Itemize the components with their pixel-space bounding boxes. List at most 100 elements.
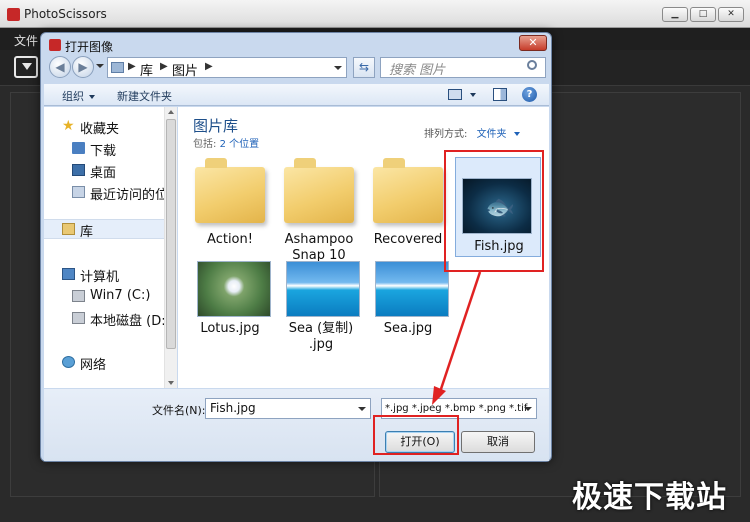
arrange-by: 排列方式: 文件夹: [424, 125, 520, 140]
file-item-image[interactable]: Sea.jpg: [365, 257, 451, 336]
address-dropdown-icon[interactable]: [334, 66, 342, 70]
scroll-up-icon[interactable]: [168, 110, 174, 114]
nav-item-label: 网络: [80, 358, 107, 373]
app-logo-icon: [7, 8, 20, 21]
dialog-title: 打开图像: [65, 40, 114, 54]
folder-icon: [111, 62, 124, 73]
includes-label: 包括:: [193, 139, 217, 150]
nav-item-label: Win7 (C:): [90, 288, 151, 303]
network-icon: [62, 356, 75, 368]
file-item-folder[interactable]: Recovered: [365, 157, 451, 257]
filter-value: *.jpg *.jpeg *.bmp *.png *.tif: [385, 403, 528, 414]
new-folder-button[interactable]: 新建文件夹: [117, 88, 172, 104]
breadcrumb-separator[interactable]: ▶: [205, 61, 213, 72]
chevron-down-icon[interactable]: [470, 93, 476, 97]
nav-item-label: 收藏夹: [80, 122, 120, 137]
help-icon[interactable]: ?: [522, 87, 537, 102]
lotus-thumbnail: [197, 261, 271, 317]
breadcrumb-pictures[interactable]: 图片: [172, 60, 198, 79]
nav-item-drive-c[interactable]: Win7 (C:): [72, 287, 162, 307]
includes-locations-link[interactable]: 2 个位置: [220, 139, 260, 150]
file-item-folder[interactable]: Ashampoo Snap 10: [276, 157, 362, 263]
chevron-down-icon: [89, 95, 95, 99]
app-title: PhotoScissors: [24, 7, 107, 21]
breadcrumb-libraries[interactable]: 库: [140, 60, 153, 79]
nav-item-libraries[interactable]: 库: [44, 219, 164, 239]
sea-thumbnail: [375, 261, 449, 317]
view-options-icon[interactable]: [448, 89, 462, 100]
preview-pane-icon[interactable]: [493, 88, 507, 101]
file-name: Recovered: [373, 232, 443, 247]
nav-item-label: 计算机: [80, 270, 120, 285]
file-name: Sea (复制) .jpg: [288, 321, 354, 352]
sea-thumbnail: [286, 261, 360, 317]
nav-item-label: 最近访问的位置: [90, 188, 164, 203]
annotation-highlight-fish: [444, 150, 544, 272]
navigation-row: ◀ ▶ ▶ 库 ▶ 图片 ▶ ⇆ 搜索 图片: [49, 56, 547, 80]
file-name: Sea.jpg: [383, 321, 433, 336]
dialog-close-button[interactable]: ✕: [519, 35, 547, 51]
arrange-value[interactable]: 文件夹: [477, 129, 507, 140]
nav-item-recent[interactable]: 最近访问的位置: [72, 183, 164, 203]
download-folder-icon: [72, 142, 85, 154]
breadcrumb-separator[interactable]: ▶: [128, 61, 136, 72]
filename-input[interactable]: Fish.jpg: [205, 398, 371, 419]
folder-icon: [195, 158, 265, 223]
nav-item-network[interactable]: 网络: [62, 353, 162, 373]
chevron-down-icon[interactable]: [513, 132, 520, 136]
desktop-icon: [72, 164, 85, 176]
cancel-button[interactable]: 取消: [461, 431, 535, 453]
watermark-text: 极速下载站: [572, 480, 727, 515]
breadcrumb-separator[interactable]: ▶: [160, 61, 168, 72]
nav-item-favorites[interactable]: ★ 收藏夹: [62, 117, 162, 137]
menu-file[interactable]: 文件: [14, 32, 38, 49]
search-icon[interactable]: [527, 60, 537, 70]
computer-icon: [62, 268, 75, 280]
folder-icon: [373, 158, 443, 223]
arrange-label: 排列方式:: [424, 129, 468, 140]
filename-label: 文件名(N):: [152, 404, 206, 417]
nav-item-drive-d[interactable]: 本地磁盘 (D:): [72, 309, 164, 329]
file-name: Action!: [207, 232, 253, 247]
organize-label: 组织: [62, 90, 84, 103]
filename-value: Fish.jpg: [210, 401, 256, 415]
library-icon: [62, 223, 75, 235]
close-button[interactable]: ✕: [718, 7, 744, 22]
dialog-footer: 文件名(N): Fish.jpg *.jpg *.jpeg *.bmp *.pn…: [44, 389, 549, 461]
forward-button[interactable]: ▶: [72, 56, 94, 78]
library-includes: 包括: 2 个位置: [193, 135, 259, 150]
scroll-down-icon[interactable]: [168, 381, 174, 385]
star-icon: ★: [62, 118, 75, 134]
minimize-button[interactable]: ▁: [662, 7, 688, 22]
file-item-image[interactable]: Sea (复制) .jpg: [276, 257, 362, 352]
maximize-button[interactable]: □: [690, 7, 716, 22]
command-bar: 组织 新建文件夹 ?: [44, 84, 549, 106]
chevron-down-icon[interactable]: [358, 407, 366, 411]
annotation-highlight-open: [373, 415, 459, 455]
file-item-folder[interactable]: Action!: [187, 157, 273, 257]
back-button[interactable]: ◀: [49, 56, 71, 78]
file-item-image[interactable]: Lotus.jpg: [187, 257, 273, 336]
nav-item-desktop[interactable]: 桌面: [72, 161, 162, 181]
nav-item-label: 库: [80, 225, 94, 239]
recent-places-icon: [72, 186, 85, 198]
search-input[interactable]: 搜索 图片: [380, 57, 546, 78]
refresh-button[interactable]: ⇆: [353, 57, 375, 78]
nav-scrollbar[interactable]: [164, 107, 177, 388]
chevron-down-icon[interactable]: [524, 407, 532, 411]
navigation-pane: ★ 收藏夹 下载 桌面 最近访问的位置 库 计算机 Win7 (C:): [44, 107, 177, 388]
organize-button[interactable]: 组织: [62, 88, 95, 104]
app-titlebar: PhotoScissors ▁ □ ✕: [0, 0, 750, 28]
nav-item-label: 本地磁盘 (D:): [90, 314, 164, 329]
address-bar[interactable]: ▶ 库 ▶ 图片 ▶: [107, 57, 347, 79]
drive-icon: [72, 290, 85, 302]
scroll-thumb[interactable]: [166, 119, 176, 349]
nav-item-label: 下载: [90, 144, 117, 159]
file-name: Lotus.jpg: [200, 321, 260, 336]
nav-item-downloads[interactable]: 下载: [72, 139, 162, 159]
nav-item-computer[interactable]: 计算机: [62, 265, 162, 285]
nav-item-label: 桌面: [90, 166, 117, 181]
import-icon[interactable]: [14, 56, 38, 78]
recent-pages-chevron-icon[interactable]: [96, 64, 104, 68]
dialog-logo-icon: [49, 39, 61, 51]
